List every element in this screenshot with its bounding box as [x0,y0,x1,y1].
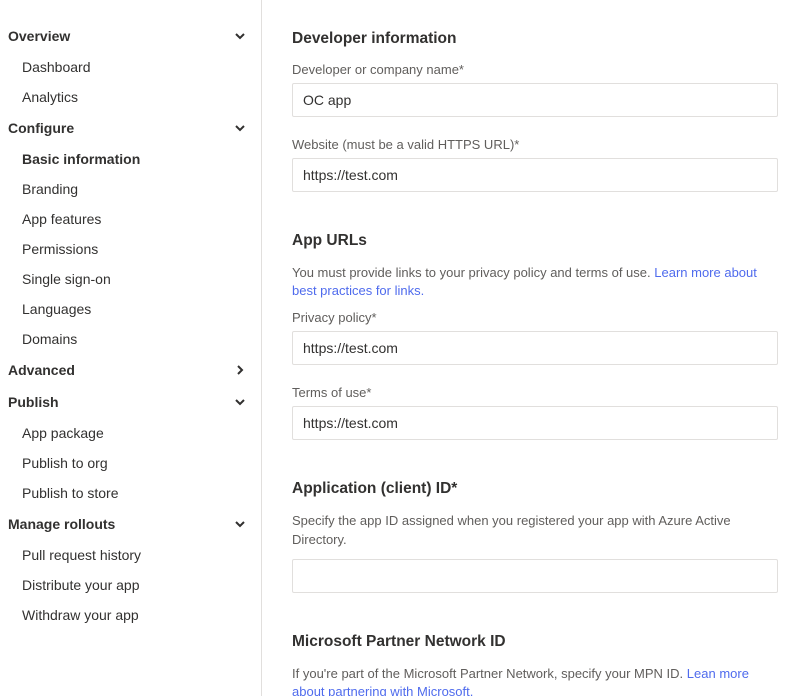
app-urls-helper-text: You must provide links to your privacy p… [292,265,654,280]
nav-group-label: Overview [8,28,70,44]
app-urls-helper: You must provide links to your privacy p… [292,264,778,300]
terms-of-use-label: Terms of use* [292,385,778,400]
app-urls-title: App URLs [292,232,778,250]
nav-group-configure[interactable]: Configure [0,112,261,144]
nav-group-publish[interactable]: Publish [0,386,261,418]
nav-group-label: Advanced [8,362,75,378]
nav-item-branding[interactable]: Branding [0,174,261,204]
nav-item-analytics[interactable]: Analytics [0,82,261,112]
nav-group-rollouts[interactable]: Manage rollouts [0,508,261,540]
nav-group-label: Publish [8,394,59,410]
nav-item-permissions[interactable]: Permissions [0,234,261,264]
application-id-input[interactable] [292,559,778,593]
nav-group-advanced[interactable]: Advanced [0,354,261,386]
website-input[interactable] [292,158,778,192]
terms-of-use-input[interactable] [292,406,778,440]
privacy-policy-input[interactable] [292,331,778,365]
nav-item-pub-org[interactable]: Publish to org [0,448,261,478]
application-id-helper: Specify the app ID assigned when you reg… [292,512,778,548]
app-urls-section: App URLs You must provide links to your … [292,232,778,440]
nav-item-languages[interactable]: Languages [0,294,261,324]
application-id-section: Application (client) ID* Specify the app… [292,480,778,592]
developer-name-label: Developer or company name* [292,62,778,77]
chevron-down-icon [233,29,247,43]
chevron-down-icon [233,517,247,531]
nav-item-withdraw[interactable]: Withdraw your app [0,600,261,630]
nav-item-sso[interactable]: Single sign-on [0,264,261,294]
developer-name-input[interactable] [292,83,778,117]
nav-item-domains[interactable]: Domains [0,324,261,354]
chevron-down-icon [233,395,247,409]
nav-group-overview[interactable]: Overview [0,20,261,52]
developer-info-title: Developer information [292,30,778,48]
nav-item-dashboard[interactable]: Dashboard [0,52,261,82]
nav-item-pr-history[interactable]: Pull request history [0,540,261,570]
mpn-id-title: Microsoft Partner Network ID [292,633,778,651]
sidebar: Overview DashboardAnalytics Configure Basic… [0,0,262,696]
nav-item-pub-store[interactable]: Publish to store [0,478,261,508]
chevron-right-icon [233,363,247,377]
nav-item-dist[interactable]: Distribute your app [0,570,261,600]
developer-info-section: Developer information Developer or compa… [292,30,778,192]
nav-group-label: Configure [8,120,74,136]
nav-group-label: Manage rollouts [8,516,115,532]
nav-item-basic[interactable]: Basic information [0,144,261,174]
nav-item-pkg[interactable]: App package [0,418,261,448]
main-content: Developer information Developer or compa… [262,0,800,696]
mpn-id-helper-text: If you're part of the Microsoft Partner … [292,666,687,681]
mpn-id-section: Microsoft Partner Network ID If you're p… [292,633,778,696]
application-id-title: Application (client) ID* [292,480,778,498]
mpn-id-helper: If you're part of the Microsoft Partner … [292,665,778,696]
privacy-policy-label: Privacy policy* [292,310,778,325]
website-label: Website (must be a valid HTTPS URL)* [292,137,778,152]
chevron-down-icon [233,121,247,135]
nav-item-features[interactable]: App features [0,204,261,234]
